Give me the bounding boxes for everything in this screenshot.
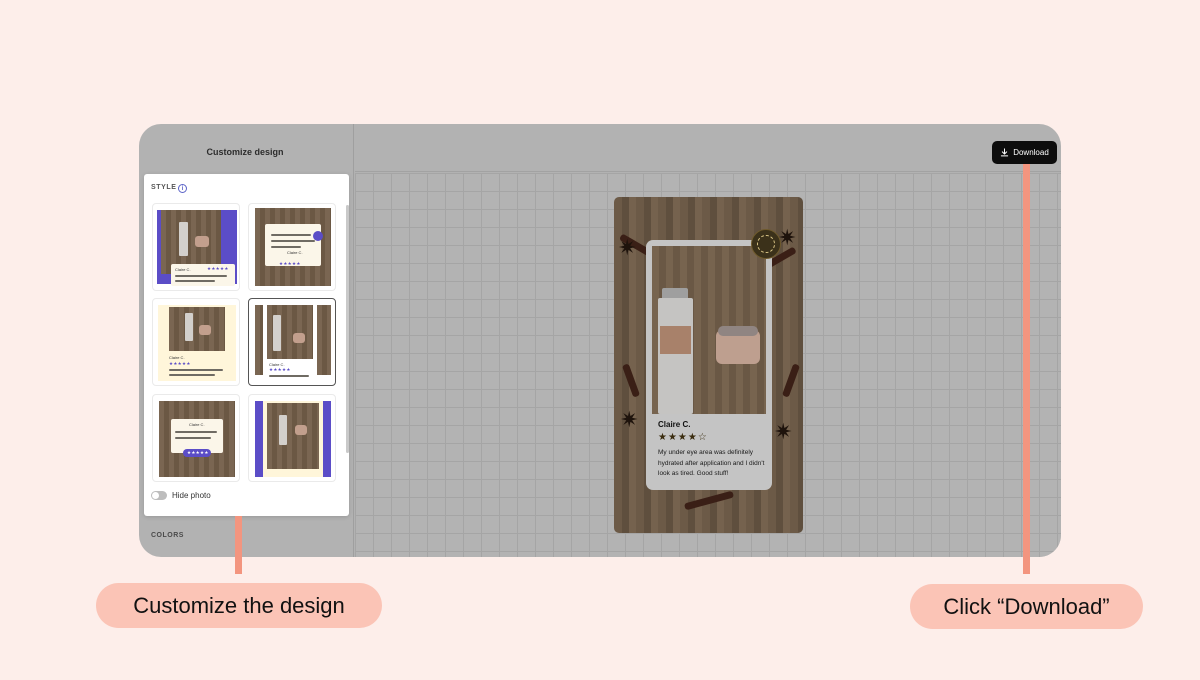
template-bottle	[273, 315, 281, 351]
template-photo	[267, 403, 319, 469]
star-anise-icon: ✷	[774, 419, 793, 444]
template-text-line	[175, 431, 217, 433]
style-template-3[interactable]: Claire C. ★★★★★	[152, 298, 240, 386]
serum-label	[660, 326, 691, 354]
template-name: Claire C.	[189, 422, 205, 427]
template-text-line	[269, 375, 309, 377]
template-text-line	[271, 246, 301, 248]
template-name: Claire C.	[169, 355, 185, 360]
template-text-line	[169, 374, 215, 376]
reviewer-name: Claire C.	[658, 420, 691, 429]
template-jar	[195, 236, 209, 247]
top-toolbar: Download	[355, 124, 1061, 172]
cinnamon-stick	[781, 363, 801, 398]
review-card: Claire C. ★★★★☆ My under eye area was de…	[646, 240, 772, 490]
badge-ring	[757, 235, 775, 253]
template-review-card	[265, 224, 321, 266]
sidebar-title: Customize design	[206, 147, 284, 157]
star-anise-icon: ✷	[618, 235, 637, 260]
template-bg	[323, 401, 331, 477]
style-template-2[interactable]: Claire C. ★★★★★	[248, 203, 336, 291]
template-text-line	[175, 275, 227, 277]
style-template-1[interactable]: Claire C. ★★★★★	[152, 203, 240, 291]
download-label: Download	[1013, 148, 1049, 157]
template-stars: ★★★★★	[169, 361, 191, 366]
template-bottle	[279, 415, 287, 445]
download-icon	[1001, 148, 1009, 157]
download-button[interactable]: Download	[992, 141, 1057, 164]
pointer-line-left	[235, 516, 242, 574]
template-text-line	[175, 280, 215, 282]
template-bg	[255, 401, 263, 477]
cream-jar-lid	[718, 326, 758, 336]
toggle-knob	[152, 492, 159, 499]
callout-download: Click “Download”	[910, 584, 1143, 629]
colors-section-label[interactable]: COLORS	[151, 532, 184, 539]
verified-badge-icon	[751, 229, 781, 259]
template-stars: ★★★★★	[279, 261, 301, 266]
template-stars: ★★★★★	[187, 450, 209, 455]
style-template-6[interactable]	[248, 394, 336, 482]
template-bottle	[179, 222, 188, 256]
template-jar	[293, 333, 305, 343]
serum-bottle	[658, 298, 693, 414]
product-photo	[652, 246, 766, 414]
hide-photo-toggle[interactable]	[151, 491, 167, 500]
template-name: Claire C.	[175, 267, 191, 272]
style-template-4[interactable]: Claire C. ★★★★★	[248, 298, 336, 386]
template-name: Claire C.	[287, 250, 303, 255]
cinnamon-stick	[683, 490, 735, 511]
template-photo	[317, 305, 331, 375]
template-bottle	[185, 313, 193, 341]
review-text: My under eye area was definitely hydrate…	[658, 449, 765, 477]
style-popover: STYLE i Claire C. ★★★★★ Claire C. ★★★★★ …	[144, 174, 349, 516]
pointer-line-right	[1023, 164, 1030, 574]
info-icon[interactable]: i	[178, 184, 187, 193]
rating-stars: ★★★★☆	[658, 432, 708, 443]
template-jar	[199, 325, 211, 335]
style-template-5[interactable]: Claire C. ★★★★★	[152, 394, 240, 482]
template-text-line	[169, 369, 223, 371]
star-anise-icon: ✷	[620, 407, 639, 432]
story-preview: ✷ ✷ ✷ ✷ Claire C. ★★★★☆ My under eye are…	[614, 197, 803, 533]
hide-photo-label: Hide photo	[172, 491, 211, 500]
template-text-line	[271, 240, 315, 242]
template-stars: ★★★★★	[207, 266, 229, 271]
popover-scrollbar[interactable]	[346, 205, 349, 453]
template-photo	[169, 307, 225, 351]
template-text-line	[271, 234, 311, 236]
template-text-line	[175, 437, 211, 439]
cinnamon-stick	[621, 363, 641, 398]
style-label: STYLE	[151, 184, 177, 191]
callout-customize: Customize the design	[96, 583, 382, 628]
template-stars: ★★★★★	[269, 367, 291, 372]
template-jar	[295, 425, 307, 435]
